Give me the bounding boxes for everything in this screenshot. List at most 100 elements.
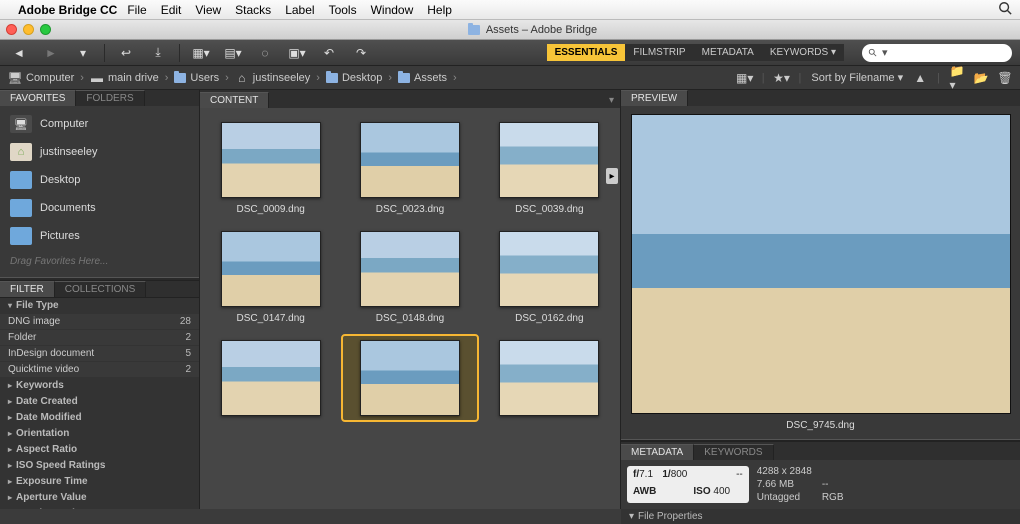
filter-group-aspect-ratio[interactable]: ▸Aspect Ratio [0, 442, 199, 458]
reveal-icon[interactable]: ▦▾ [190, 44, 212, 62]
rotate-cw-icon[interactable]: ↷ [350, 44, 372, 62]
thumbnail[interactable] [343, 336, 476, 420]
nav-forward-button[interactable]: ► [40, 44, 62, 62]
content-options-icon[interactable]: ▾ [603, 93, 620, 108]
spotlight-icon[interactable] [998, 1, 1012, 18]
thumbnail-image[interactable] [221, 340, 321, 416]
nav-down-button[interactable]: ▾ [72, 44, 94, 62]
favorite-home[interactable]: ⌂justinseeley [0, 138, 199, 166]
thumbnail[interactable] [204, 336, 337, 420]
thumbnail[interactable] [483, 336, 616, 420]
menu-view[interactable]: View [195, 3, 221, 17]
filter-item[interactable]: Folder2 [0, 330, 199, 346]
open-camera-raw-icon[interactable]: ▣▾ [286, 44, 308, 62]
filter-item[interactable]: Quicktime video2 [0, 362, 199, 378]
tab-content[interactable]: CONTENT [200, 92, 269, 108]
menu-tools[interactable]: Tools [329, 3, 357, 17]
crumb-assets[interactable]: Assets› [414, 72, 459, 84]
filter-group-aperture[interactable]: ▸Aperture Value [0, 490, 199, 506]
file-properties-header[interactable]: ▾File Properties [621, 509, 1020, 524]
workspace-filmstrip[interactable]: FILMSTRIP [625, 44, 693, 61]
scroll-indicator-icon[interactable]: ▸ [606, 168, 618, 184]
menu-file[interactable]: File [127, 3, 146, 17]
filter-item[interactable]: DNG image28 [0, 314, 199, 330]
sort-by-button[interactable]: Sort by Filename ▾ [811, 71, 903, 84]
crumb-users[interactable]: Users› [190, 72, 230, 84]
boomerang-icon[interactable]: ↩ [115, 44, 137, 62]
thumbnail[interactable]: DSC_0023.dng [343, 118, 476, 219]
favorite-pictures[interactable]: Pictures [0, 222, 199, 250]
thumbnail-image[interactable] [499, 231, 599, 307]
workspace-essentials[interactable]: ESSENTIALS [547, 44, 626, 61]
menu-edit[interactable]: Edit [161, 3, 182, 17]
tab-preview[interactable]: PREVIEW [621, 90, 688, 106]
tab-filter[interactable]: FILTER [0, 281, 55, 297]
mac-menubar: Adobe Bridge CC File Edit View Stacks La… [0, 0, 1020, 20]
tab-metadata[interactable]: METADATA [621, 444, 694, 460]
refine-icon[interactable]: ◌ [254, 44, 276, 62]
star-filter-icon[interactable]: ★▾ [775, 72, 789, 84]
camera-lcd: f/7.1 1/800 -- AWB ISO 400 [627, 466, 749, 503]
filter-group-exposure[interactable]: ▸Exposure Time [0, 474, 199, 490]
thumbnail[interactable]: DSC_0039.dng [483, 118, 616, 219]
search-input[interactable]: ▾ [862, 44, 1012, 62]
filter-group-file-type[interactable]: ▾File Type [0, 298, 199, 314]
camera-download-icon[interactable]: ⤓ [147, 44, 169, 62]
open-icon[interactable]: 📂 [974, 72, 988, 84]
grid-view-icon[interactable]: ▦▾ [738, 72, 752, 84]
app-name[interactable]: Adobe Bridge CC [18, 3, 117, 17]
menu-window[interactable]: Window [371, 3, 414, 17]
new-folder-icon[interactable]: 📁▾ [950, 72, 964, 84]
filter-group-date-created[interactable]: ▸Date Created [0, 394, 199, 410]
minimize-window-icon[interactable] [23, 24, 34, 35]
thumbnail-image[interactable] [360, 340, 460, 416]
workspace-keywords[interactable]: KEYWORDS ▾ [762, 44, 844, 61]
traffic-lights[interactable] [6, 24, 51, 35]
crumb-computer[interactable]: Computer› [26, 72, 86, 84]
filter-group-orientation[interactable]: ▸Orientation [0, 426, 199, 442]
menu-label[interactable]: Label [285, 3, 314, 17]
filter-group-date-modified[interactable]: ▸Date Modified [0, 410, 199, 426]
thumbnail-image[interactable] [360, 122, 460, 198]
tab-folders[interactable]: FOLDERS [76, 90, 144, 106]
thumbnail-label: DSC_0162.dng [515, 313, 583, 324]
workspace-metadata[interactable]: METADATA [694, 44, 762, 61]
nav-back-button[interactable]: ◄ [8, 44, 30, 62]
thumbnail-image[interactable] [499, 122, 599, 198]
menu-stacks[interactable]: Stacks [235, 3, 271, 17]
crumb-drive[interactable]: main drive› [108, 72, 170, 84]
menu-help[interactable]: Help [427, 3, 452, 17]
thumbnail[interactable]: DSC_0147.dng [204, 227, 337, 328]
favorite-computer[interactable]: 🖥Computer [0, 110, 199, 138]
favorite-desktop[interactable]: Desktop [0, 166, 199, 194]
content-grid[interactable]: DSC_0009.dngDSC_0023.dngDSC_0039.dngDSC_… [200, 108, 620, 509]
pathbar: 🖥 Computer› ▬ main drive› Users› ⌂ justi… [0, 66, 1020, 90]
tab-keywords[interactable]: KEYWORDS [694, 444, 773, 460]
rotate-ccw-icon[interactable]: ↶ [318, 44, 340, 62]
thumbnail[interactable]: DSC_0162.dng [483, 227, 616, 328]
thumbnail[interactable]: DSC_0009.dng [204, 118, 337, 219]
preview-image[interactable] [631, 114, 1011, 414]
sort-asc-icon[interactable]: ▲ [913, 72, 927, 84]
favorite-documents[interactable]: Documents [0, 194, 199, 222]
drive-icon: ▬ [90, 72, 104, 84]
filter-group-keywords[interactable]: ▸Keywords [0, 378, 199, 394]
open-recent-icon[interactable]: ▤▾ [222, 44, 244, 62]
filter-collections-tabs: FILTER COLLECTIONS [0, 281, 199, 297]
crumb-user[interactable]: justinseeley› [253, 72, 322, 84]
metadata-values: 4288 x 2848 7.66 MB-- UntaggedRGB [757, 466, 844, 503]
crumb-desktop[interactable]: Desktop› [342, 72, 394, 84]
thumbnail-image[interactable] [221, 231, 321, 307]
filter-item[interactable]: InDesign document5 [0, 346, 199, 362]
filter-group-iso[interactable]: ▸ISO Speed Ratings [0, 458, 199, 474]
workspace-switcher: ESSENTIALS FILMSTRIP METADATA KEYWORDS ▾ [547, 44, 844, 61]
thumbnail-image[interactable] [221, 122, 321, 198]
trash-icon[interactable]: 🗑 [998, 72, 1012, 84]
close-window-icon[interactable] [6, 24, 17, 35]
zoom-window-icon[interactable] [40, 24, 51, 35]
tab-favorites[interactable]: FAVORITES [0, 90, 76, 106]
tab-collections[interactable]: COLLECTIONS [55, 281, 147, 297]
thumbnail[interactable]: DSC_0148.dng [343, 227, 476, 328]
thumbnail-image[interactable] [499, 340, 599, 416]
thumbnail-image[interactable] [360, 231, 460, 307]
